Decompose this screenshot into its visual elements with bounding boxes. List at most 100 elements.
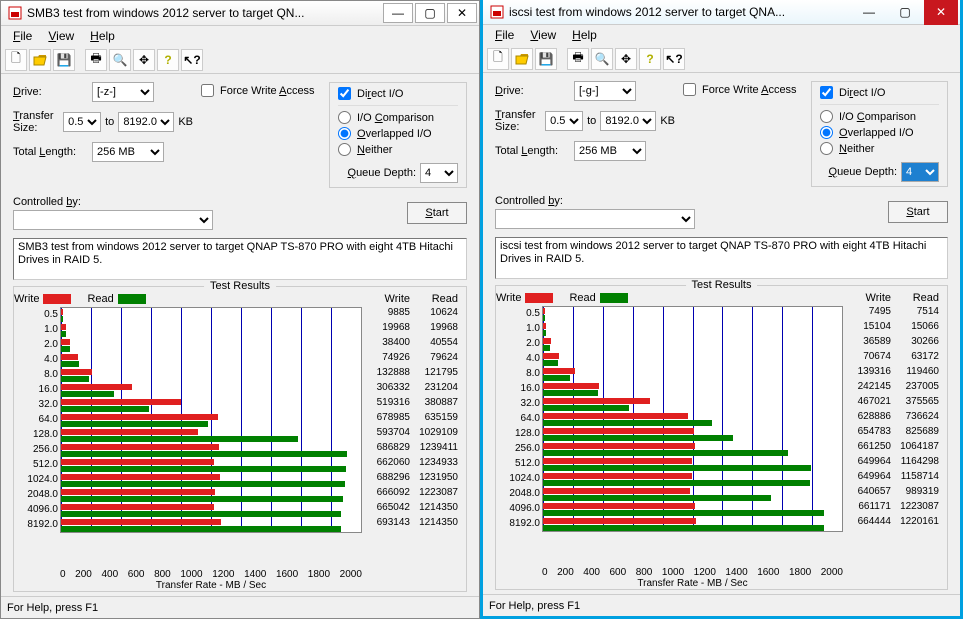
description-textarea[interactable]	[13, 238, 467, 280]
io-comparison-radio[interactable]	[820, 110, 833, 123]
force-write-checkbox[interactable]	[683, 83, 696, 96]
description-textarea[interactable]	[495, 237, 948, 279]
xaxis-tick: 1600	[276, 569, 298, 580]
menu-view[interactable]: View	[522, 26, 564, 44]
minimize-button[interactable]: —	[852, 0, 886, 25]
plot-area	[542, 306, 843, 532]
titlebar[interactable]: iscsi test from windows 2012 server to t…	[483, 0, 960, 25]
maximize-button[interactable]: ▢	[415, 3, 445, 23]
close-button[interactable]: ✕	[447, 3, 477, 23]
overlapped-io-radio[interactable]	[338, 127, 351, 140]
data-row: 988510624	[362, 307, 460, 322]
xaxis-tick: 1200	[212, 569, 234, 580]
window-title: iscsi test from windows 2012 server to t…	[509, 5, 850, 19]
maximize-button[interactable]: ▢	[888, 0, 922, 25]
minimize-button[interactable]: —	[383, 3, 413, 23]
data-read: 1239411	[410, 442, 458, 457]
titlebar[interactable]: SMB3 test from windows 2012 server to ta…	[1, 1, 479, 26]
open-icon[interactable]	[511, 48, 533, 70]
start-button[interactable]: Start	[888, 201, 948, 223]
menu-help[interactable]: Help	[564, 26, 605, 44]
context-help-icon[interactable]: ↖?	[181, 49, 203, 71]
bar-write	[61, 399, 181, 405]
transfer-to-select[interactable]: 8192.0	[600, 111, 656, 131]
move-icon[interactable]: ✥	[133, 49, 155, 71]
transfer-to-select[interactable]: 8192.0	[118, 112, 174, 132]
bar-read	[543, 345, 550, 351]
data-write: 662060	[362, 457, 410, 472]
data-write: 139316	[843, 366, 891, 381]
context-help-icon[interactable]: ↖?	[663, 48, 685, 70]
data-read: 7514	[891, 306, 939, 321]
xaxis-ticks: 0200400600800100012001400160018002000	[542, 565, 843, 578]
start-button[interactable]: Start	[407, 202, 467, 224]
overlapped-io-label: Overlapped I/O	[839, 127, 914, 139]
drive-select[interactable]: [-g-]	[574, 81, 636, 101]
bar-read	[543, 495, 771, 501]
neither-radio[interactable]	[820, 142, 833, 155]
transfer-from-select[interactable]: 0.5	[63, 112, 101, 132]
bar-read	[61, 496, 343, 502]
print-icon[interactable]: 🖶	[85, 49, 107, 71]
menu-file[interactable]: File	[5, 27, 40, 45]
save-icon[interactable]: 💾	[53, 49, 75, 71]
drive-select[interactable]: [-z-]	[92, 82, 154, 102]
help-icon[interactable]: ?	[639, 48, 661, 70]
close-button[interactable]: ✕	[924, 0, 958, 25]
xaxis-tick: 1800	[789, 567, 811, 578]
data-row: 6499641158714	[843, 471, 941, 486]
bar-read	[543, 375, 570, 381]
legend-write-label: Write	[496, 292, 521, 304]
data-read: 1064187	[891, 441, 939, 456]
new-icon[interactable]: 🗋	[487, 48, 509, 70]
legend-read-label: Read	[87, 293, 113, 305]
controlled-by-select[interactable]	[13, 210, 213, 230]
neither-radio[interactable]	[338, 143, 351, 156]
xaxis-tick: 0	[60, 569, 66, 580]
legend-write-label: Write	[14, 293, 39, 305]
bar-read	[61, 421, 208, 427]
move-icon[interactable]: ✥	[615, 48, 637, 70]
preview-icon[interactable]: 🔍	[591, 48, 613, 70]
data-write: 664444	[843, 516, 891, 531]
xaxis-tick: 400	[583, 567, 600, 578]
help-icon[interactable]: ?	[157, 49, 179, 71]
data-write: 640657	[843, 486, 891, 501]
data-row: 6611711223087	[843, 501, 941, 516]
data-read: 10624	[410, 307, 458, 322]
queue-depth-select[interactable]: 4	[420, 163, 458, 183]
io-comparison-radio[interactable]	[338, 111, 351, 124]
menu-file[interactable]: File	[487, 26, 522, 44]
total-length-select[interactable]: 256 MB	[574, 141, 646, 161]
yaxis-tick: 2048.0	[509, 486, 540, 501]
print-icon[interactable]: 🖶	[567, 48, 589, 70]
bar-write	[61, 519, 221, 525]
direct-io-checkbox[interactable]	[820, 86, 833, 99]
force-write-checkbox[interactable]	[201, 84, 214, 97]
preview-icon[interactable]: 🔍	[109, 49, 131, 71]
yaxis-tick: 0.5	[44, 307, 58, 322]
data-write: 661250	[843, 441, 891, 456]
bar-read	[61, 316, 63, 322]
new-icon[interactable]: 🗋	[5, 49, 27, 71]
yaxis-tick: 1.0	[44, 322, 58, 337]
direct-io-checkbox[interactable]	[338, 87, 351, 100]
total-length-select[interactable]: 256 MB	[92, 142, 164, 162]
bar-write	[543, 353, 559, 359]
bar-read	[543, 510, 824, 516]
save-icon[interactable]: 💾	[535, 48, 557, 70]
data-write: 7495	[843, 306, 891, 321]
queue-depth-select[interactable]: 4	[901, 162, 939, 182]
menu-view[interactable]: View	[40, 27, 82, 45]
menubar: File View Help	[1, 26, 479, 46]
menu-help[interactable]: Help	[82, 27, 123, 45]
transfer-from-select[interactable]: 0.5	[545, 111, 583, 131]
controlled-by-select[interactable]	[495, 209, 695, 229]
yaxis-tick: 32.0	[39, 397, 58, 412]
xaxis-tick: 200	[557, 567, 574, 578]
open-icon[interactable]	[29, 49, 51, 71]
data-read: 1214350	[410, 502, 458, 517]
bar-write	[61, 324, 66, 330]
yaxis-tick: 1024.0	[27, 472, 58, 487]
overlapped-io-radio[interactable]	[820, 126, 833, 139]
